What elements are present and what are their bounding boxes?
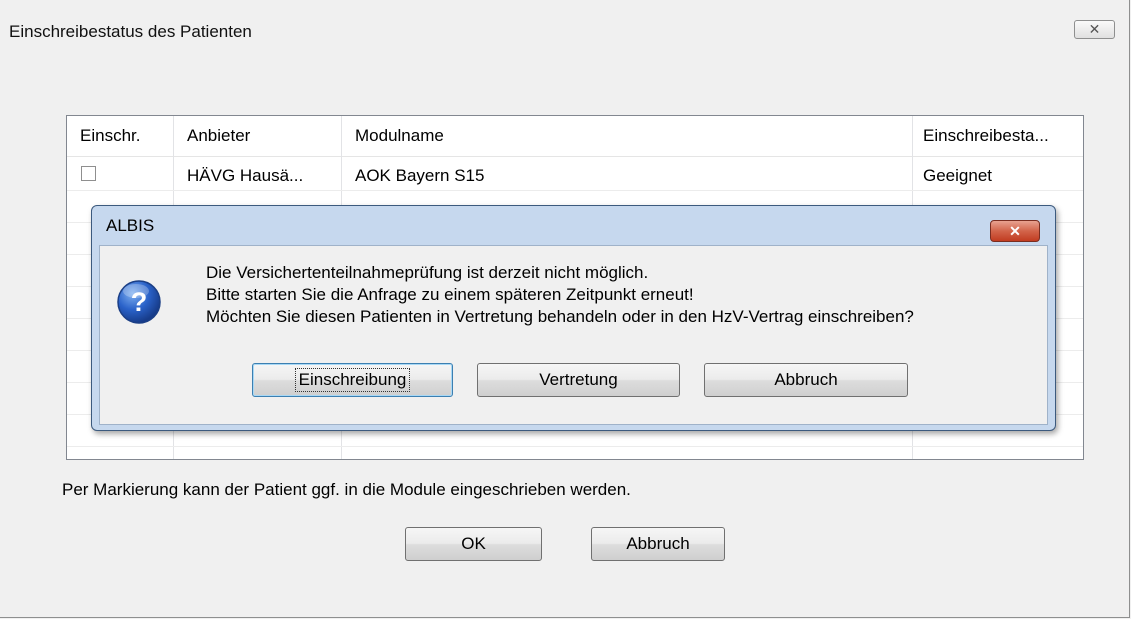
message-line-1: Die Versichertenteilnahmeprüfung ist der…: [206, 263, 649, 282]
column-header-einschr[interactable]: Einschr.: [80, 116, 172, 156]
enroll-checkbox[interactable]: [81, 166, 96, 181]
hint-text: Per Markierung kann der Patient ggf. in …: [62, 480, 631, 499]
column-header-modulname[interactable]: Modulname: [355, 116, 895, 156]
ok-button[interactable]: OK: [405, 527, 542, 561]
dialog-title: ALBIS: [106, 216, 155, 235]
einschreibung-button[interactable]: Einschreibung: [252, 363, 453, 397]
cancel-button[interactable]: Abbruch: [591, 527, 725, 561]
dialog-abbruch-button[interactable]: Abbruch: [704, 363, 908, 397]
cell-status: Geeignet: [923, 166, 992, 185]
svg-text:?: ?: [131, 287, 148, 317]
vertretung-button[interactable]: Vertretung: [477, 363, 680, 397]
message-line-2: Bitte starten Sie die Anfrage zu einem s…: [206, 285, 694, 304]
close-icon: ✕: [1088, 21, 1101, 37]
close-icon: ✕: [1009, 222, 1021, 239]
table-header: Einschr. Anbieter Modulname Einschreibes…: [67, 116, 1083, 157]
einschreibung-button-label: Einschreibung: [294, 368, 411, 392]
window-title: Einschreibestatus des Patienten: [9, 22, 252, 41]
column-header-anbieter[interactable]: Anbieter: [187, 116, 337, 156]
close-button[interactable]: ✕: [1074, 20, 1115, 39]
message-line-3: Möchten Sie diesen Patienten in Vertretu…: [206, 307, 914, 326]
question-icon: ?: [117, 280, 161, 324]
column-header-einschreibestatus[interactable]: Einschreibesta...: [923, 116, 1081, 156]
row-divider: [67, 446, 1083, 447]
dialog-close-button[interactable]: ✕: [990, 220, 1040, 242]
dialog-body: ? Die Versichertenteilnahmeprüfung ist d…: [99, 245, 1048, 425]
cell-modulname: AOK Bayern S15: [355, 166, 485, 185]
cell-anbieter: HÄVG Hausä...: [187, 166, 304, 185]
albis-dialog: ALBIS ✕ ? Die Versichertenteilnahmeprüfu…: [91, 205, 1056, 431]
